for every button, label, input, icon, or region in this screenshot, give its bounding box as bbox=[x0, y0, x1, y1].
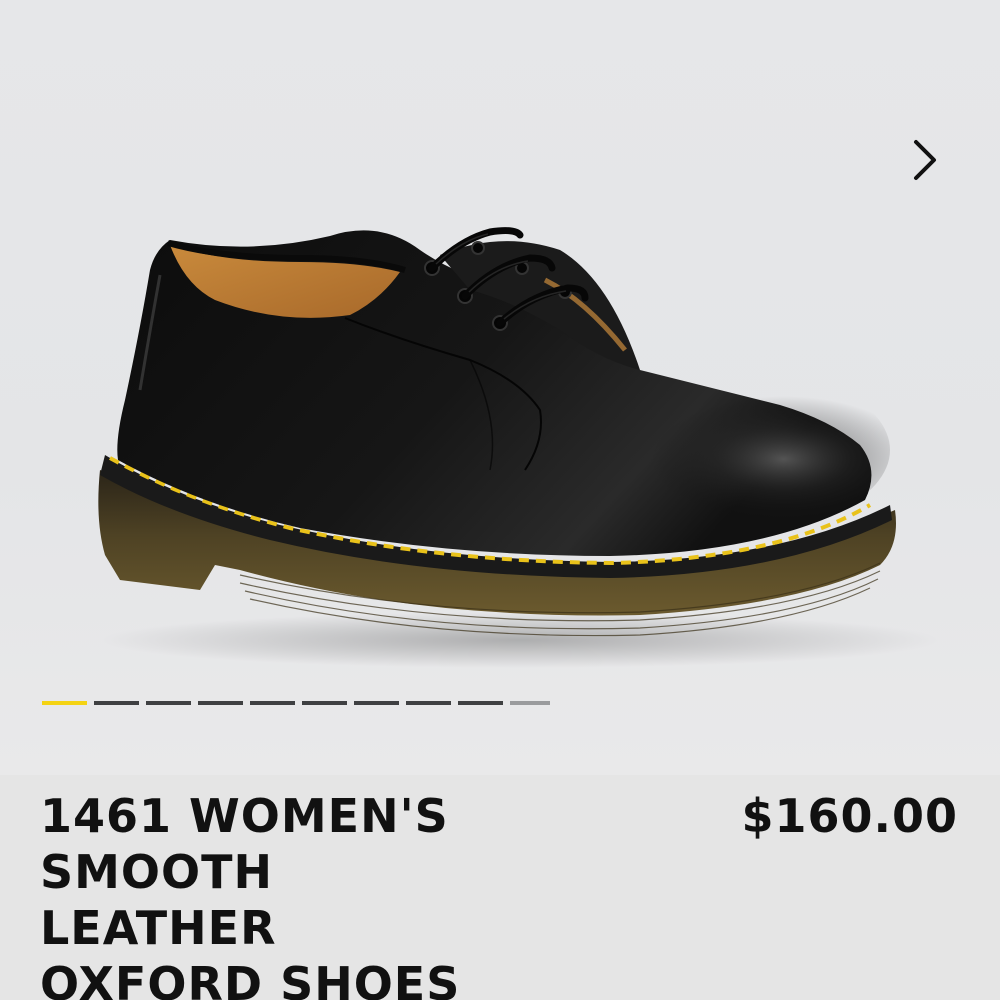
slide-indicator-9[interactable] bbox=[458, 701, 503, 705]
slide-indicator-5[interactable] bbox=[250, 701, 295, 705]
product-page: 1461 WOMEN'S SMOOTH LEATHER OXFORD SHOES… bbox=[0, 0, 1000, 1000]
slide-indicator-1[interactable] bbox=[42, 701, 87, 705]
slide-indicator-6[interactable] bbox=[302, 701, 347, 705]
product-title-line: OXFORD SHOES bbox=[40, 957, 461, 1000]
slide-indicator-7[interactable] bbox=[354, 701, 399, 705]
slide-indicators bbox=[42, 701, 550, 705]
slide-indicator-3[interactable] bbox=[146, 701, 191, 705]
slide-indicator-8[interactable] bbox=[406, 701, 451, 705]
product-title-line: 1461 WOMEN'S bbox=[40, 789, 449, 843]
product-title: 1461 WOMEN'S SMOOTH LEATHER OXFORD SHOES bbox=[40, 788, 600, 1000]
slide-indicator-10[interactable] bbox=[510, 701, 550, 705]
next-image-button[interactable] bbox=[896, 132, 952, 188]
slide-indicator-2[interactable] bbox=[94, 701, 139, 705]
product-image[interactable] bbox=[0, 0, 1000, 775]
slide-indicator-4[interactable] bbox=[198, 701, 243, 705]
chevron-right-icon bbox=[914, 140, 936, 180]
product-price: $160.00 bbox=[741, 789, 958, 843]
product-title-line: SMOOTH bbox=[40, 845, 273, 899]
product-image-gallery[interactable] bbox=[0, 0, 1000, 775]
product-title-line: LEATHER bbox=[40, 901, 277, 955]
